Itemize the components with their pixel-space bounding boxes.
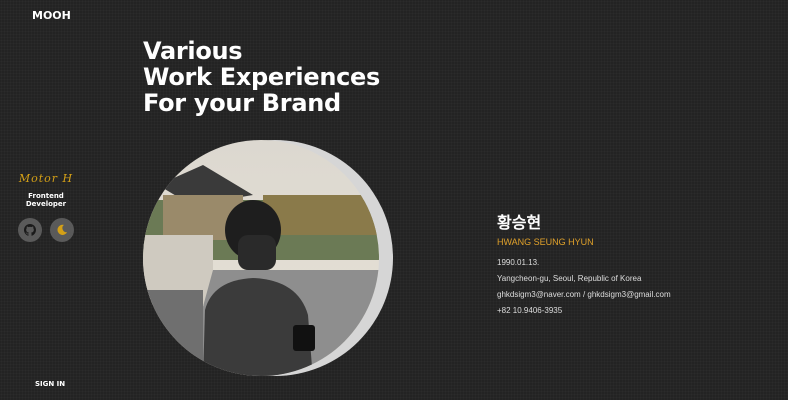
birth-date: 1990.01.13. — [497, 258, 540, 267]
address: Yangcheon-gu, Seoul, Republic of Korea — [497, 274, 642, 283]
phone-number: +82 10.9406-3935 — [497, 306, 563, 315]
contact-details: 1990.01.13. Yangcheon-gu, Seoul, Republi… — [497, 255, 671, 319]
github-icon — [24, 224, 36, 236]
headline-line-1: Various — [143, 37, 243, 65]
moon-icon — [57, 224, 68, 235]
sign-in-link[interactable]: SIGN IN — [35, 380, 65, 388]
hero-headline: Various Work Experiences For your Brand — [143, 38, 380, 116]
headline-line-2: Work Experiences — [143, 63, 381, 91]
signature-logo: Motor H — [18, 172, 74, 185]
logo[interactable]: MOOH — [32, 9, 71, 22]
theme-toggle-button[interactable] — [50, 218, 74, 242]
profile-photo — [143, 140, 395, 380]
name-english: HWANG SEUNG HYUN — [497, 237, 594, 247]
sidebar-icons — [10, 218, 82, 242]
role-label: Frontend Developer — [25, 192, 67, 208]
name-korean: 황승현 — [497, 213, 542, 232]
sidebar: Motor H Frontend Developer — [10, 172, 82, 242]
github-button[interactable] — [18, 218, 42, 242]
email-links[interactable]: ghkdsigm3@naver.com / ghkdsigm3@gmail.co… — [497, 287, 671, 303]
profile-info: 황승현 HWANG SEUNG HYUN 1990.01.13. Yangche… — [497, 209, 671, 319]
headline-line-3: For your Brand — [143, 89, 341, 117]
profile-photo-illustration — [143, 140, 393, 376]
